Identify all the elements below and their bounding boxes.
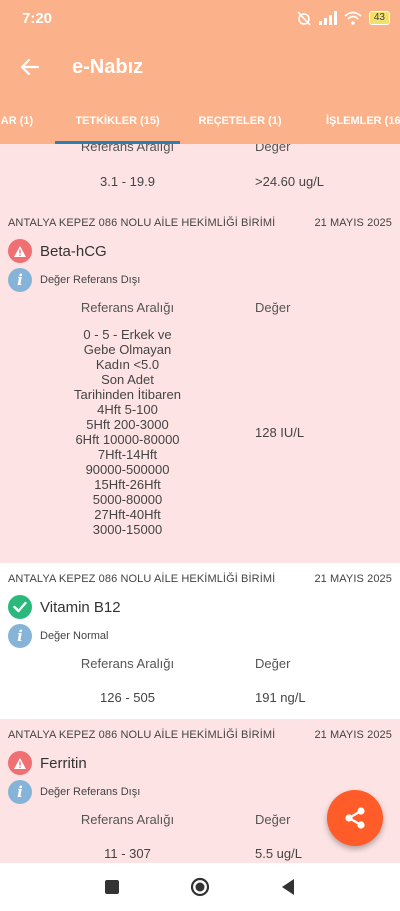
alarm-off-icon xyxy=(297,11,311,26)
ref-header-row: Referans Aralığı Değer xyxy=(0,656,400,671)
test-title-row: Ferritin xyxy=(0,750,400,776)
card-header: ANTALYA KEPEZ 086 NOLU AİLE HEKİMLİĞİ Bİ… xyxy=(0,208,400,238)
home-circle-icon xyxy=(190,877,210,897)
result-date: 21 MAYIS 2025 xyxy=(314,729,392,741)
card-header: ANTALYA KEPEZ 086 NOLU AİLE HEKİMLİĞİ Bİ… xyxy=(0,720,400,750)
status-row: i Değer Normal xyxy=(0,620,400,652)
info-icon: i xyxy=(8,268,32,292)
ref-range-value: 126 - 505 xyxy=(100,690,155,705)
value-header: Değer xyxy=(255,300,291,315)
result-card-beta-hcg[interactable]: ANTALYA KEPEZ 086 NOLU AİLE HEKİMLİĞİ Bİ… xyxy=(0,204,400,563)
info-icon: i xyxy=(8,780,32,804)
test-name: Vitamin B12 xyxy=(40,598,121,616)
ref-header-row: Referans Aralığı Değer xyxy=(0,300,400,315)
tab-tetkikler[interactable]: TETKİKLER (15) xyxy=(55,98,180,144)
ref-range-value: 3.1 - 19.9 xyxy=(100,174,155,189)
ref-value-row: 3.1 - 19.9 >24.60 ug/L xyxy=(0,174,400,189)
warning-icon xyxy=(8,239,32,263)
ref-range-header: Referans Aralığı xyxy=(80,812,175,827)
status-bar: 7:20 43 xyxy=(0,0,400,36)
tab-bar: AR (1) TETKİKLER (15) REÇETELER (1) İŞLE… xyxy=(0,98,400,144)
share-icon xyxy=(345,807,365,829)
value-header: Değer xyxy=(255,144,291,154)
wifi-icon xyxy=(344,11,362,25)
share-button[interactable] xyxy=(327,790,383,846)
test-title-row: Vitamin B12 xyxy=(0,594,400,620)
page-title: e-Nabız xyxy=(72,55,144,78)
tab-receteler[interactable]: REÇETELER (1) xyxy=(180,98,300,144)
status-icons: 43 xyxy=(296,10,390,26)
back-nav-button[interactable] xyxy=(244,878,332,896)
test-title-row: Beta-hCG xyxy=(0,238,400,264)
tab-partial-left[interactable]: AR (1) xyxy=(0,98,42,144)
card-header: ANTALYA KEPEZ 086 NOLU AİLE HEKİMLİĞİ Bİ… xyxy=(0,564,400,594)
check-icon xyxy=(8,595,32,619)
value-header: Değer xyxy=(255,656,291,671)
ref-value-row: 0 - 5 - Erkek ve Gebe Olmayan Kadın <5.0… xyxy=(0,327,400,537)
signal-icon xyxy=(318,11,337,25)
status-label: Değer Referans Dışı xyxy=(40,274,141,286)
result-card-partial[interactable]: Referans Aralığı Değer 3.1 - 19.9 >24.60… xyxy=(0,144,400,204)
recents-button[interactable] xyxy=(68,879,156,895)
home-button[interactable] xyxy=(156,877,244,897)
result-value: 128 IU/L xyxy=(255,424,305,440)
status-time: 7:20 xyxy=(22,9,53,27)
ref-range-value: 11 - 307 xyxy=(104,846,151,861)
ref-range-value: 0 - 5 - Erkek ve Gebe Olmayan Kadın <5.0… xyxy=(74,327,181,537)
results-list[interactable]: Referans Aralığı Değer 3.1 - 19.9 >24.60… xyxy=(0,144,400,863)
institution-name: ANTALYA KEPEZ 086 NOLU AİLE HEKİMLİĞİ Bİ… xyxy=(8,573,276,585)
result-date: 21 MAYIS 2025 xyxy=(314,573,392,585)
institution-name: ANTALYA KEPEZ 086 NOLU AİLE HEKİMLİĞİ Bİ… xyxy=(8,217,276,229)
status-row: i Değer Referans Dışı xyxy=(0,264,400,296)
ref-header-row: Referans Aralığı Değer xyxy=(0,144,400,154)
ref-range-header: Referans Aralığı xyxy=(80,300,175,315)
result-value: 191 ng/L xyxy=(255,690,306,705)
result-date: 21 MAYIS 2025 xyxy=(314,217,392,229)
status-label: Değer Referans Dışı xyxy=(40,786,141,798)
result-value: >24.60 ug/L xyxy=(255,174,325,189)
back-button[interactable] xyxy=(0,58,60,76)
test-name: Beta-hCG xyxy=(40,242,107,260)
result-value: 5.5 ug/L xyxy=(255,846,302,861)
app-bar: e-Nabız xyxy=(0,36,400,98)
institution-name: ANTALYA KEPEZ 086 NOLU AİLE HEKİMLİĞİ Bİ… xyxy=(8,729,276,741)
result-card-vitamin-b12[interactable]: ANTALYA KEPEZ 086 NOLU AİLE HEKİMLİĞİ Bİ… xyxy=(0,563,400,719)
test-name: Ferritin xyxy=(40,754,87,772)
ref-value-row: 11 - 307 5.5 ug/L xyxy=(0,846,400,861)
system-nav-bar xyxy=(0,863,400,911)
warning-icon xyxy=(8,751,32,775)
square-icon xyxy=(105,880,119,894)
arrow-left-icon xyxy=(20,58,40,76)
status-label: Değer Normal xyxy=(40,630,109,642)
battery-icon: 43 xyxy=(368,11,390,25)
ref-range-header: Referans Aralığı xyxy=(80,144,175,154)
tab-islemler[interactable]: İŞLEMLER (16) xyxy=(318,98,400,144)
ref-range-header: Referans Aralığı xyxy=(80,656,175,671)
info-icon: i xyxy=(8,624,32,648)
ref-value-row: 126 - 505 191 ng/L xyxy=(0,690,400,705)
triangle-back-icon xyxy=(282,879,294,895)
